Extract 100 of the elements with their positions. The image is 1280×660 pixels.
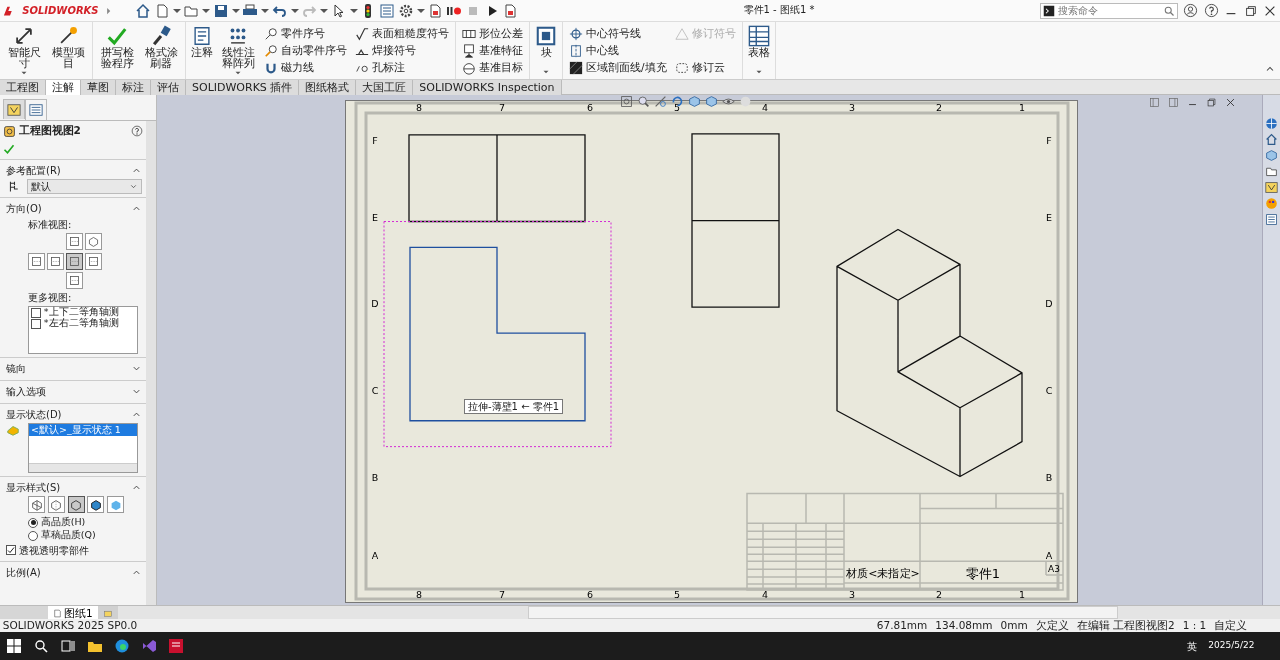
ribbon-button[interactable]: 自动零件序号 xyxy=(261,42,350,59)
folder-icon[interactable] xyxy=(1265,165,1278,178)
ribbon-button[interactable]: 基准特征 xyxy=(459,42,526,59)
panel-right-icon[interactable] xyxy=(1168,97,1179,108)
radio-button[interactable] xyxy=(28,530,38,541)
view-face-icon xyxy=(68,274,81,288)
side-view-drawing[interactable] xyxy=(691,133,780,308)
top-view-drawing[interactable] xyxy=(408,134,586,223)
display-style-button[interactable] xyxy=(87,496,105,513)
panel-tab[interactable] xyxy=(2,99,25,119)
scrollbar[interactable] xyxy=(146,121,156,605)
ribbon-tab[interactable]: 评估 xyxy=(151,80,186,95)
help-icon[interactable] xyxy=(1203,3,1219,18)
zone-label: D xyxy=(1045,298,1053,310)
eye-icon[interactable] xyxy=(722,95,735,108)
zone-label: 4 xyxy=(762,589,768,600)
ribbon-button[interactable]: 中心符号线 xyxy=(566,25,670,42)
status-field: 在编辑 工程图视图2 xyxy=(1076,619,1175,632)
ribbon-button[interactable]: 注释 xyxy=(189,24,215,77)
globe-icon[interactable] xyxy=(1265,117,1278,130)
ribbon-button[interactable]: 修订云 xyxy=(671,59,739,76)
check-icon xyxy=(7,546,15,554)
help-icon[interactable] xyxy=(131,125,144,137)
table-icon xyxy=(747,25,770,47)
ide-icon[interactable] xyxy=(140,638,157,654)
ribbon-button[interactable]: 模型项目 xyxy=(47,24,89,77)
view-button[interactable] xyxy=(66,272,83,290)
ribbon-tab[interactable]: 注解 xyxy=(46,80,81,95)
ribbon-button[interactable]: 拼写检验程序 xyxy=(96,24,138,77)
ribbon-button[interactable]: 孔标注 xyxy=(352,59,452,76)
ribbon-tab[interactable]: 图纸格式 xyxy=(299,80,357,95)
ribbon-button[interactable]: 格式涂刷器 xyxy=(140,24,182,77)
ribbon-tab[interactable]: 标注 xyxy=(116,80,151,95)
close-icon[interactable] xyxy=(1225,97,1236,108)
ribbon-button[interactable]: 中心线 xyxy=(566,42,670,59)
display-style-button[interactable] xyxy=(67,496,85,513)
browser-icon[interactable] xyxy=(113,638,130,654)
scrollbar[interactable] xyxy=(29,463,137,472)
ribbon-tab[interactable]: 工程图 xyxy=(0,80,46,95)
sheet-tab[interactable]: 图纸1 xyxy=(48,606,98,620)
checkbox[interactable] xyxy=(31,307,41,318)
panel-left-icon[interactable] xyxy=(1149,97,1160,108)
ribbon-tab[interactable]: SOLIDWORKS Inspection xyxy=(413,80,562,95)
ribbon-button[interactable]: 区域剖面线/填充 xyxy=(566,59,670,76)
home-icon[interactable] xyxy=(1265,133,1278,146)
home-icon[interactable] xyxy=(135,2,152,19)
ribbon-button[interactable]: 磁力线 xyxy=(261,59,350,76)
add-sheet-button[interactable] xyxy=(97,606,118,620)
ime-indicator[interactable]: 英 xyxy=(1187,638,1198,654)
ribbon-button[interactable]: 块 xyxy=(533,24,559,77)
macro-icon[interactable] xyxy=(427,2,444,19)
restore-icon[interactable] xyxy=(1243,3,1258,18)
zoom-icon[interactable] xyxy=(637,95,650,108)
ribbon-button[interactable]: 形位公差 xyxy=(459,25,526,42)
ribbon-button[interactable]: 智能尺寸 xyxy=(3,24,45,77)
caret-icon[interactable] xyxy=(129,182,138,191)
ribbon-button[interactable]: 表格 xyxy=(745,24,772,77)
isometric-view-drawing[interactable] xyxy=(836,228,1023,478)
sheet-size-text: A3 xyxy=(1048,564,1060,575)
windows-logo-icon[interactable] xyxy=(5,638,22,654)
user-icon[interactable] xyxy=(1183,3,1199,18)
scrollbar[interactable] xyxy=(527,606,1118,619)
view-button[interactable] xyxy=(85,252,102,270)
taskbar-date[interactable]: 2025/5/22 xyxy=(1208,639,1255,653)
view-palette-icon[interactable] xyxy=(1265,181,1278,194)
cube-icon[interactable] xyxy=(1265,149,1278,162)
ribbon-button[interactable]: 线性注释阵列 xyxy=(217,24,259,77)
ribbon-button[interactable]: 焊接符号 xyxy=(352,42,452,59)
search-icon[interactable] xyxy=(32,638,49,654)
list-item[interactable]: *左右二等角轴测 xyxy=(43,316,119,331)
ribbon-tab[interactable]: 大国工匠 xyxy=(356,80,414,95)
save-icon[interactable] xyxy=(212,2,229,19)
caret-icon[interactable] xyxy=(541,68,551,76)
radio-button[interactable] xyxy=(28,517,38,528)
restore-icon[interactable] xyxy=(1206,97,1217,108)
settings-icon[interactable] xyxy=(397,2,414,19)
ribbon-button[interactable]: 基准目标 xyxy=(459,59,526,76)
app-icon[interactable] xyxy=(167,638,184,654)
view-button[interactable] xyxy=(85,233,102,250)
zone-label: E xyxy=(1046,211,1052,223)
checkbox[interactable] xyxy=(31,318,41,329)
ok-check-icon[interactable] xyxy=(2,143,15,155)
task-view-icon[interactable] xyxy=(59,638,76,654)
zone-label: 8 xyxy=(416,102,422,113)
view-button[interactable] xyxy=(47,252,64,270)
ribbon-tab[interactable]: SOLIDWORKS 插件 xyxy=(186,80,300,95)
list-icon[interactable] xyxy=(1265,213,1278,226)
view-button[interactable] xyxy=(28,252,45,270)
configuration-dropdown[interactable]: 默认 xyxy=(26,179,142,194)
ribbon-button[interactable]: 表面粗糙度符号 xyxy=(352,25,452,42)
zoom-fit-icon[interactable] xyxy=(620,95,633,108)
front-view-drawing[interactable] xyxy=(409,246,586,422)
search-field[interactable]: 搜索命令 xyxy=(1039,2,1178,19)
view-button[interactable] xyxy=(66,252,83,270)
panel-tab[interactable] xyxy=(24,99,47,120)
ribbon-button[interactable]: 零件序号 xyxy=(261,25,350,42)
checkbox[interactable] xyxy=(6,545,16,555)
list-item[interactable]: <默认>_显示状态 1 xyxy=(29,424,137,436)
view-button[interactable] xyxy=(66,233,83,250)
ribbon-tab[interactable]: 草图 xyxy=(81,80,116,95)
